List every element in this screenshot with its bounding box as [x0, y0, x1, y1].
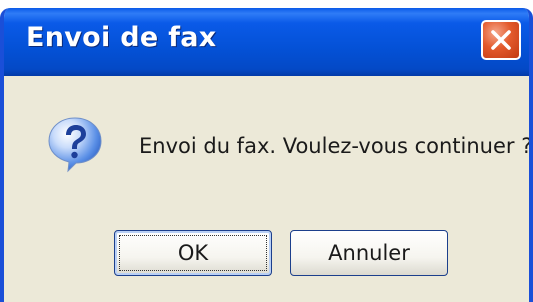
window-title: Envoi de fax	[26, 22, 217, 53]
question-icon	[48, 117, 102, 173]
ok-button[interactable]: OK	[114, 230, 272, 276]
focus-rectangle	[119, 235, 267, 271]
fax-dialog-window: Envoi de fax Envoi du fax. Voulez-vous c…	[0, 8, 533, 302]
close-icon	[491, 30, 511, 50]
dialog-body: Envoi du fax. Voulez-vous continuer ? OK…	[4, 76, 529, 302]
dialog-message: Envoi du fax. Voulez-vous continuer ?	[139, 134, 533, 158]
cancel-button[interactable]: Annuler	[290, 230, 448, 276]
cancel-button-label: Annuler	[328, 241, 410, 265]
title-bar[interactable]: Envoi de fax	[4, 8, 529, 76]
close-button[interactable]	[481, 20, 521, 60]
